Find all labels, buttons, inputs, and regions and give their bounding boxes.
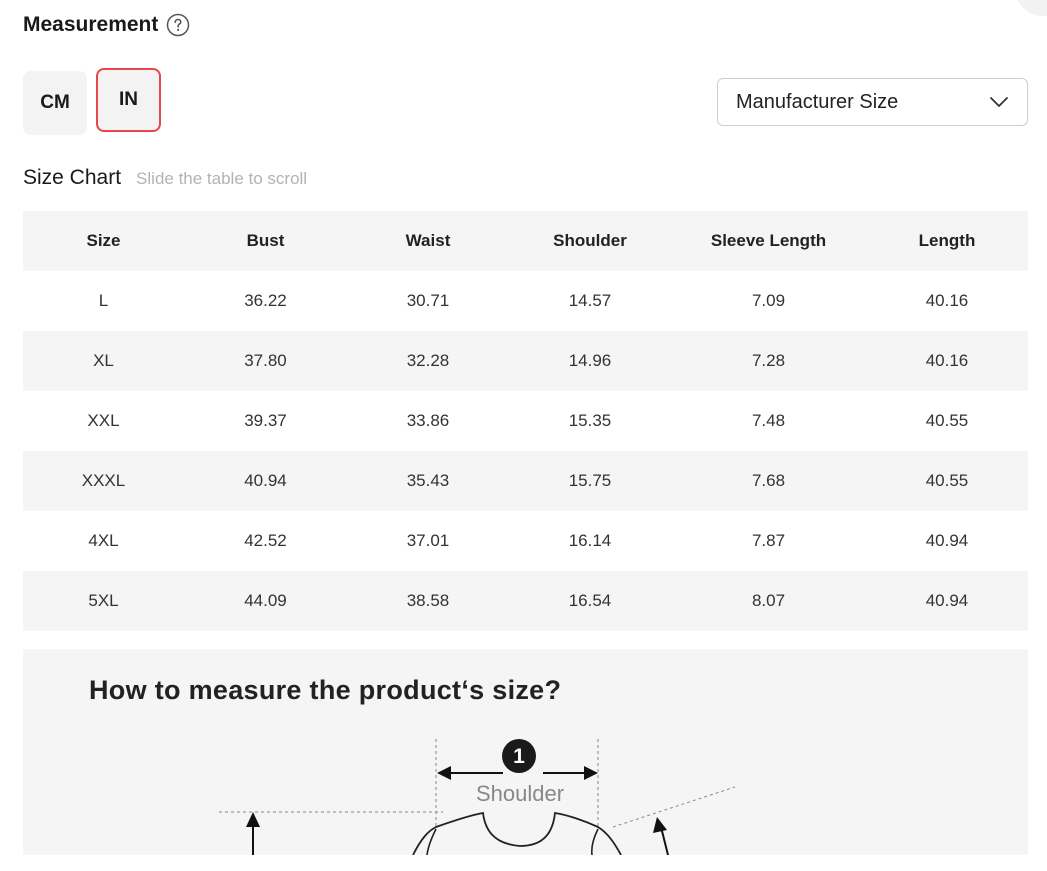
table-cell: 36.22 [244, 291, 287, 310]
unit-in-button[interactable]: IN [96, 68, 161, 132]
table-row: XXL 39.37 33.86 15.35 7.48 40.55 [23, 391, 1028, 451]
unit-cm-button[interactable]: CM [23, 71, 87, 135]
table-row: L 36.22 30.71 14.57 7.09 40.16 [23, 271, 1028, 331]
table-cell: 44.09 [244, 591, 287, 610]
table-cell: 37.80 [244, 351, 287, 370]
table-cell: 42.52 [244, 531, 287, 550]
measurement-header: Measurement [23, 10, 190, 40]
size-type-value: Manufacturer Size [736, 90, 899, 113]
column-header-length: Length [918, 231, 976, 250]
table-cell: 8.07 [751, 591, 786, 610]
close-button-partial[interactable] [1015, 0, 1047, 16]
size-type-select[interactable]: Manufacturer Size [717, 78, 1028, 126]
table-cell: 32.28 [406, 351, 450, 370]
table-header-row: Size Bust Waist Shoulder Sleeve Length L… [23, 211, 1028, 271]
table-cell: XXL [87, 411, 120, 430]
table-cell: 40.16 [925, 291, 969, 310]
size-chart-title: Size Chart [23, 166, 122, 189]
column-header-waist: Waist [405, 231, 451, 250]
column-header-sleeve-length: Sleeve Length [710, 231, 827, 250]
table-cell: 40.94 [244, 471, 287, 490]
table-cell: 35.43 [406, 471, 450, 490]
table-cell: 37.01 [406, 531, 450, 550]
table-cell: 7.87 [751, 531, 786, 550]
table-cell: L [98, 291, 109, 310]
size-chart-heading: Size Chart Slide the table to scroll [23, 166, 307, 190]
question-circle-icon[interactable] [166, 13, 190, 37]
table-cell: 33.86 [406, 411, 450, 430]
table-cell: 16.14 [568, 531, 612, 550]
table-cell: XXXL [81, 471, 126, 490]
measure-guide-image: How to measure the product‘s size? 1 Sho… [23, 649, 1028, 855]
table-cell: 7.28 [751, 351, 786, 370]
table-row: XL 37.80 32.28 14.96 7.28 40.16 [23, 331, 1028, 391]
table-row: 4XL 42.52 37.01 16.14 7.87 40.94 [23, 511, 1028, 571]
table-cell: 7.68 [751, 471, 786, 490]
size-table[interactable]: Size Bust Waist Shoulder Sleeve Length L… [23, 211, 1028, 631]
table-cell: 4XL [88, 531, 119, 550]
chevron-down-icon [990, 97, 1008, 107]
column-header-size: Size [86, 231, 121, 250]
table-cell: 40.94 [925, 591, 969, 610]
table-cell: 15.75 [568, 471, 612, 490]
marker-number: 1 [513, 745, 525, 768]
table-cell: 7.48 [751, 411, 786, 430]
table-cell: 40.55 [925, 471, 969, 490]
scroll-hint: Slide the table to scroll [136, 169, 308, 188]
table-cell: XL [93, 351, 114, 370]
table-cell: 15.35 [568, 411, 612, 430]
marker-label: Shoulder [476, 781, 564, 806]
table-cell: 39.37 [244, 411, 287, 430]
table-cell: 5XL [88, 591, 119, 610]
table-cell: 7.09 [751, 291, 786, 310]
table-row: 5XL 44.09 38.58 16.54 8.07 40.94 [23, 571, 1028, 631]
table-cell: 16.54 [568, 591, 612, 610]
table-cell: 30.71 [406, 291, 450, 310]
measurement-panel: Measurement CM IN Manufacturer Size Size… [0, 0, 1047, 871]
table-cell: 14.57 [568, 291, 612, 310]
column-header-bust: Bust [246, 231, 285, 250]
garment-diagram: 1 Shoulder [219, 739, 736, 855]
table-cell: 14.96 [568, 351, 612, 370]
table-cell: 38.58 [406, 591, 450, 610]
table-cell: 40.55 [925, 411, 969, 430]
table-cell: 40.16 [925, 351, 969, 370]
table-cell: 40.94 [925, 531, 969, 550]
page-title: Measurement [23, 13, 159, 36]
table-row: XXXL 40.94 35.43 15.75 7.68 40.55 [23, 451, 1028, 511]
column-header-shoulder: Shoulder [553, 231, 627, 250]
